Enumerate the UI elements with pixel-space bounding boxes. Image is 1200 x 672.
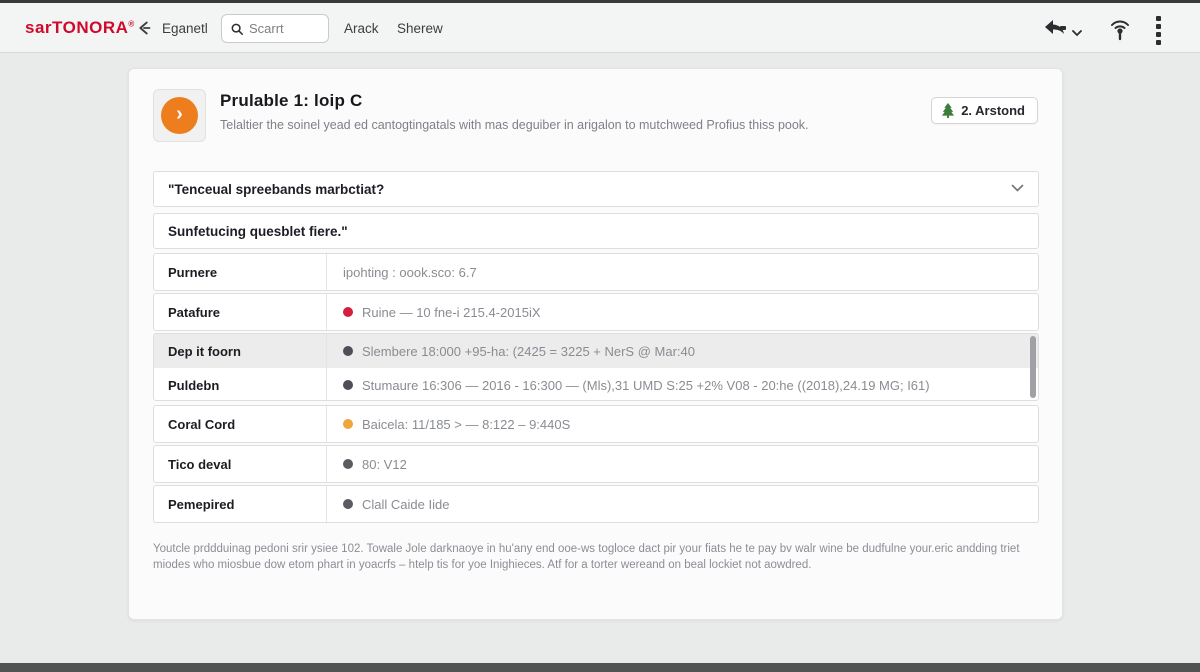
- search-box[interactable]: [221, 14, 329, 43]
- table-row[interactable]: Dep it foorn Slembere 18:000 +95-ha: (24…: [154, 334, 1038, 368]
- table-row[interactable]: Pemepired Clall Caide Iide: [153, 485, 1039, 523]
- chevron-down-icon[interactable]: [1011, 180, 1024, 198]
- chevron-right-icon: ›: [161, 97, 198, 134]
- brand-logo-text: sarTONORA: [25, 18, 128, 37]
- card-titles: Prulable 1: loip C Telaltier the soinel …: [220, 89, 809, 132]
- page: sarTONORA® Eganetl Arack Sherew ›: [0, 0, 1200, 672]
- row-label: Coral Cord: [154, 406, 327, 442]
- table-row[interactable]: Coral Cord Baicela: 11/185 > — 8:122 – 9…: [153, 405, 1039, 443]
- table-row[interactable]: Tico deval 80: V12: [153, 445, 1039, 483]
- row-value: Slembere 18:000 +95-ha: (2425 = 3225 + N…: [362, 344, 695, 359]
- row-value: 80: V12: [362, 457, 407, 472]
- row-value: ipohting : oook.sco: 6.7: [343, 265, 477, 280]
- search-icon: [230, 22, 244, 36]
- row-value: Clall Caide Iide: [362, 497, 449, 512]
- bottom-border: [0, 663, 1200, 672]
- back-arrow-icon[interactable]: [133, 17, 155, 39]
- row-label: Pemepired: [154, 486, 327, 522]
- table-row[interactable]: Patafure Ruine — 10 fne-i 215.4-2015iX: [153, 293, 1039, 331]
- status-dot: [343, 346, 353, 356]
- status-dot: [343, 459, 353, 469]
- page-title: Prulable 1: loip C: [220, 91, 809, 111]
- brand-logo[interactable]: sarTONORA®: [25, 18, 135, 38]
- search-input[interactable]: [249, 21, 320, 36]
- row-value: Stumaure 16:306 — 2016 - 16:300 — (Mls),…: [362, 378, 930, 393]
- kebab-menu-icon[interactable]: [1156, 16, 1161, 45]
- status-dot: [343, 307, 353, 317]
- question-2-text: Sunfetucing quesblet fiere.": [168, 224, 348, 239]
- row-value: Baicela: 11/185 > — 8:122 – 9:440S: [362, 417, 570, 432]
- card-header: › Prulable 1: loip C Telaltier the soine…: [153, 89, 1038, 147]
- question-row-2[interactable]: Sunfetucing quesblet fiere.": [153, 213, 1039, 249]
- arstond-button-label: 2. Arstond: [961, 103, 1025, 118]
- nav-item-arack[interactable]: Arack: [344, 21, 379, 36]
- scrollable-row-group: Dep it foorn Slembere 18:000 +95-ha: (24…: [153, 333, 1039, 401]
- app-header: sarTONORA® Eganetl Arack Sherew: [0, 3, 1200, 53]
- wifi-icon[interactable]: [1108, 17, 1132, 46]
- status-dot: [343, 419, 353, 429]
- nav-item-sherew[interactable]: Sherew: [397, 21, 443, 36]
- main-card: › Prulable 1: loip C Telaltier the soine…: [128, 68, 1063, 620]
- back-share-icon[interactable]: [1043, 17, 1069, 44]
- vertical-scrollbar[interactable]: [1030, 336, 1036, 398]
- back-label[interactable]: Eganetl: [162, 21, 208, 36]
- question-1-text: "Tenceual spreebands marbctiat?: [168, 182, 384, 197]
- module-icon: ›: [153, 89, 206, 142]
- row-label: Dep it foorn: [154, 334, 327, 368]
- table-row[interactable]: Purnere ipohting : oook.sco: 6.7: [153, 253, 1039, 291]
- page-subtitle: Telaltier the soinel yead ed cantogtinga…: [220, 118, 809, 132]
- row-label: Puldebn: [154, 368, 327, 401]
- row-label: Patafure: [154, 294, 327, 330]
- row-value: Ruine — 10 fne-i 215.4-2015iX: [362, 305, 541, 320]
- tree-icon: [941, 103, 955, 118]
- status-dot: [343, 380, 353, 390]
- footer-line-1: Youtcle prddduinag pedoni srir ysiee 102…: [153, 543, 1020, 555]
- table-row[interactable]: Puldebn Stumaure 16:306 — 2016 - 16:300 …: [154, 368, 1038, 401]
- status-dot: [343, 499, 353, 509]
- footer-note: Youtcle prddduinag pedoni srir ysiee 102…: [153, 541, 1032, 573]
- row-label: Tico deval: [154, 446, 327, 482]
- row-label: Purnere: [154, 254, 327, 290]
- question-row-1[interactable]: "Tenceual spreebands marbctiat?: [153, 171, 1039, 207]
- arstond-button[interactable]: 2. Arstond: [931, 97, 1038, 124]
- caret-down-icon[interactable]: [1072, 24, 1082, 42]
- footer-line-2: miodes who miosbue dow etom phart in yoa…: [153, 559, 811, 571]
